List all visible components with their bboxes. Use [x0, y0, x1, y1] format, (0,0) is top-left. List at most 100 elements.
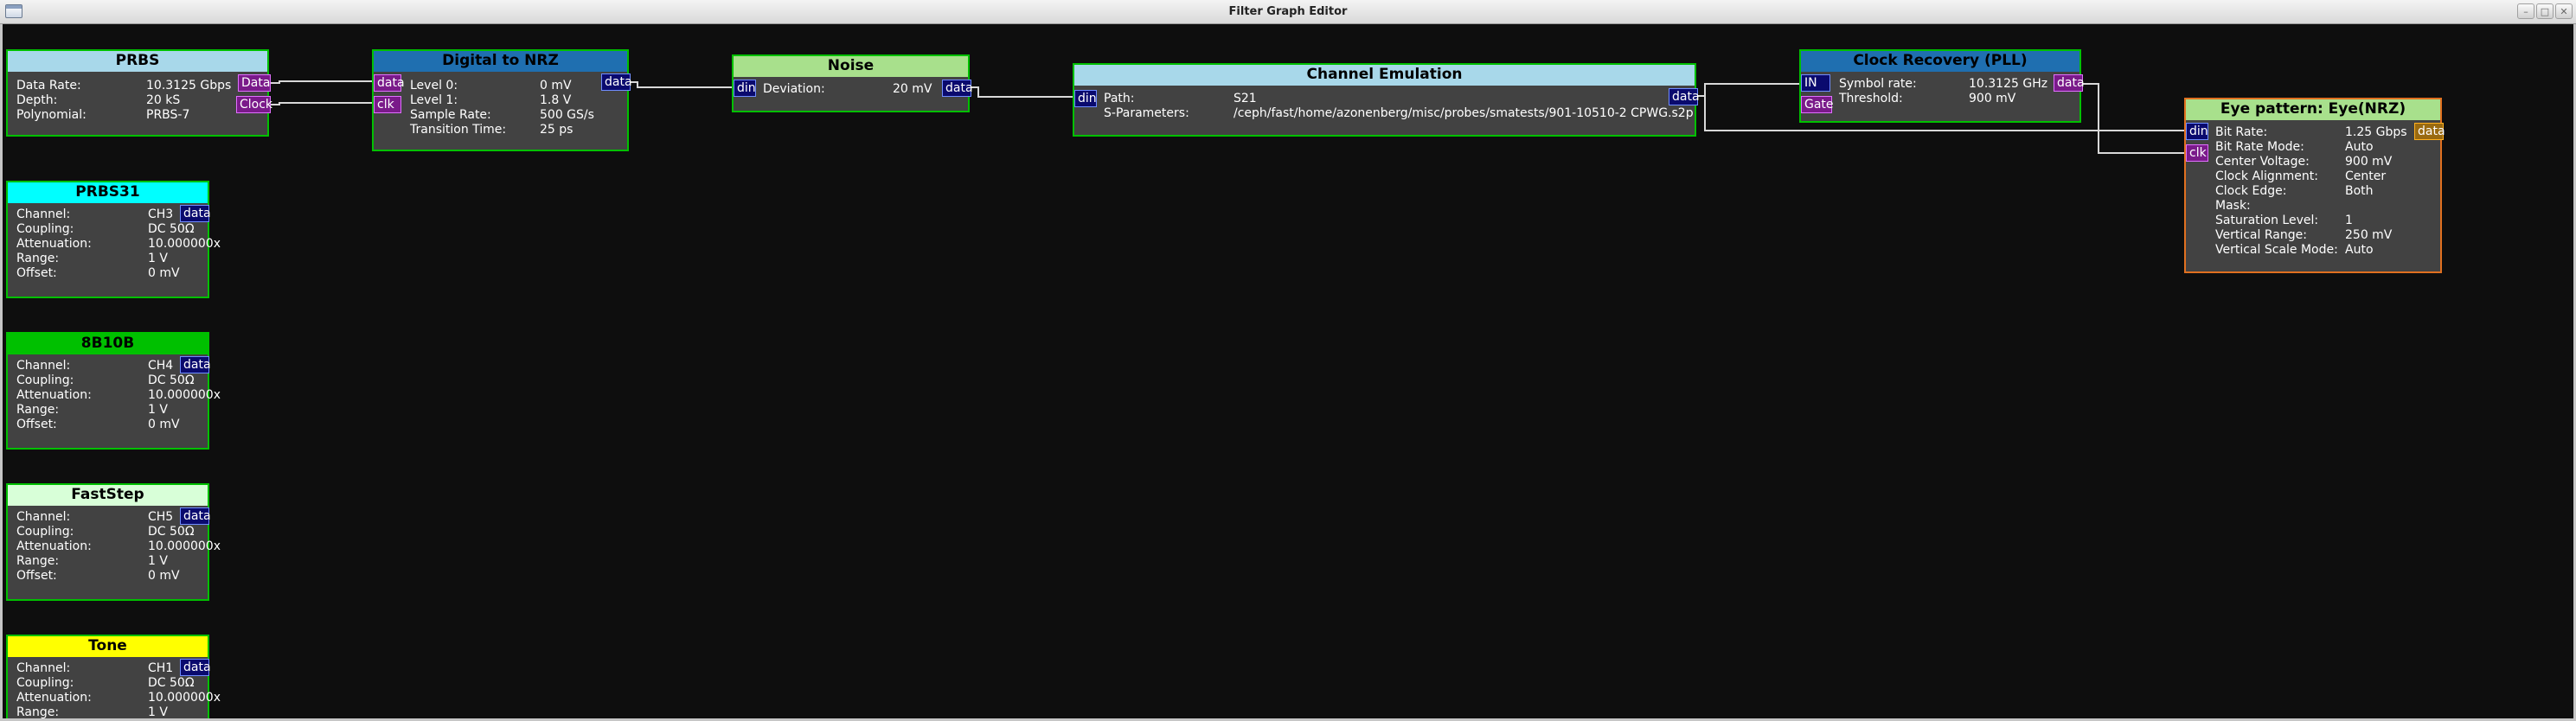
output-port-data[interactable]: data [1669, 88, 1700, 105]
param-label: Offset: [16, 418, 57, 431]
output-port-data[interactable]: data [180, 205, 211, 222]
param-label: Level 0: [410, 79, 458, 93]
param-value: 10.3125 Gbps [146, 79, 232, 93]
param-label: Saturation Level: [2215, 214, 2319, 227]
output-port-data[interactable]: data [942, 80, 973, 97]
node-channel-faststep[interactable]: FastStep Channel: CH5 Coupling: DC 50Ω Att… [6, 483, 221, 601]
input-port-din[interactable]: din [1074, 90, 1097, 107]
param-label: Attenuation: [16, 237, 92, 251]
input-port-clk[interactable]: clk [374, 96, 401, 113]
param-value: 0 mV [148, 418, 180, 431]
param-label: Data Rate: [16, 79, 81, 93]
node-title: Clock Recovery (PLL) [1801, 51, 2079, 72]
param-value: 10.000000x [148, 691, 221, 705]
param-value: 1 V [148, 252, 168, 265]
param-value: S21 [1234, 92, 1257, 105]
param-label: Mask: [2215, 199, 2251, 213]
param-label: Offset: [16, 266, 57, 280]
node-prbs[interactable]: PRBS Data Rate: 10.3125 Gbps Depth: 20 kS … [6, 49, 272, 137]
param-label: Channel: [16, 359, 71, 373]
param-label: Vertical Scale Mode: [2215, 243, 2338, 257]
param-label: Attenuation: [16, 691, 92, 705]
node-title: FastStep [8, 485, 208, 506]
param-label: Threshold: [1839, 92, 1903, 105]
param-value: DC 50Ω [148, 373, 195, 387]
param-label: Range: [16, 252, 60, 265]
output-port-data[interactable]: data [180, 659, 211, 676]
param-value: 250 mV [2345, 228, 2393, 242]
param-label: Coupling: [16, 222, 74, 236]
param-label: Bit Rate Mode: [2215, 140, 2304, 154]
node-digital-to-nrz[interactable]: Digital to NRZ data clk Level 0: 0 mV Lev… [372, 49, 632, 151]
param-label: Channel: [16, 207, 71, 221]
param-value: 1.25 Gbps [2345, 125, 2407, 139]
param-value: 1 V [148, 403, 168, 417]
param-label: S-Parameters: [1104, 106, 1189, 120]
param-label: Bit Rate: [2215, 125, 2268, 139]
param-label: Center Voltage: [2215, 155, 2310, 169]
input-port-gate[interactable]: Gate [1801, 96, 1834, 113]
node-noise[interactable]: Noise din Deviation: 20 mV data [732, 54, 973, 112]
param-value: DC 50Ω [148, 676, 195, 690]
param-label: Coupling: [16, 676, 74, 690]
param-label: Path: [1104, 92, 1135, 105]
param-value: 0 mV [148, 266, 180, 280]
window-title: Filter Graph Editor [1228, 5, 1348, 18]
node-title: 8B10B [8, 334, 208, 354]
node-title: Channel Emulation [1074, 65, 1695, 86]
param-value: 25 ps [540, 123, 574, 137]
output-port-data[interactable]: data [180, 507, 211, 525]
param-label: Coupling: [16, 373, 74, 387]
param-value: Center [2345, 169, 2387, 183]
param-label: Offset: [16, 569, 57, 583]
param-label: Range: [16, 705, 60, 719]
param-label: Attenuation: [16, 539, 92, 553]
input-port-data[interactable]: data [374, 74, 405, 92]
param-label: Channel: [16, 661, 71, 675]
param-label: Transition Time: [410, 123, 507, 137]
param-value: 900 mV [2345, 155, 2393, 169]
input-port-in[interactable]: IN [1801, 74, 1830, 92]
node-title: PRBS [8, 51, 267, 72]
close-icon[interactable]: ✕ [2555, 3, 2573, 19]
param-label: Vertical Range: [2215, 228, 2307, 242]
minimize-icon[interactable]: – [2517, 3, 2534, 19]
param-value: 20 kS [146, 93, 181, 107]
input-port-din[interactable]: din [734, 80, 756, 97]
node-channel-prbs31[interactable]: PRBS31 Channel: CH3 Coupling: DC 50Ω Atten… [6, 181, 221, 298]
param-value: CH4 [148, 359, 174, 373]
param-value: PRBS-7 [146, 108, 190, 122]
param-value: CH3 [148, 207, 174, 221]
output-port-data[interactable]: data [601, 73, 632, 91]
param-value: Auto [2345, 243, 2374, 257]
param-value: 900 mV [1969, 92, 2016, 105]
node-eye-pattern[interactable]: Eye pattern: Eye(NRZ) din clk data Bit R… [2184, 98, 2445, 273]
output-port-data[interactable]: Data [238, 74, 271, 92]
node-channel-emulation[interactable]: Channel Emulation din Path: S21 S-Paramet… [1073, 63, 1700, 137]
node-title: Digital to NRZ [374, 51, 627, 72]
node-channel-8b10b[interactable]: 8B10B Channel: CH4 Coupling: DC 50Ω Attenu… [6, 332, 221, 450]
node-clock-recovery[interactable]: Clock Recovery (PLL) IN Gate Symbol rate… [1799, 49, 2085, 123]
node-title: PRBS31 [8, 182, 208, 203]
param-value: 0 mV [540, 79, 572, 93]
output-port-data[interactable]: data [180, 356, 211, 373]
param-value: 10.000000x [148, 237, 221, 251]
window-titlebar[interactable]: Filter Graph Editor – □ ✕ [0, 0, 2576, 24]
param-value: 10.3125 GHz [1969, 77, 2048, 91]
param-value: 1 V [148, 705, 168, 719]
param-label: Coupling: [16, 525, 74, 539]
node-channel-tone[interactable]: Tone Channel: CH1 Coupling: DC 50Ω Attenua… [6, 635, 221, 719]
param-value: 0 mV [148, 569, 180, 583]
input-port-din[interactable]: din [2186, 123, 2208, 140]
param-label: Clock Alignment: [2215, 169, 2318, 183]
param-label: Range: [16, 554, 60, 568]
param-label: Sample Rate: [410, 108, 491, 122]
output-port-data[interactable]: data [2054, 74, 2085, 92]
output-port-clock[interactable]: Clock [236, 96, 272, 113]
node-title: Noise [734, 56, 968, 77]
param-value: 10.000000x [148, 539, 221, 553]
output-port-data[interactable]: data [2414, 123, 2445, 140]
input-port-clk[interactable]: clk [2186, 144, 2208, 162]
maximize-icon[interactable]: □ [2536, 3, 2554, 19]
param-label: Range: [16, 403, 60, 417]
